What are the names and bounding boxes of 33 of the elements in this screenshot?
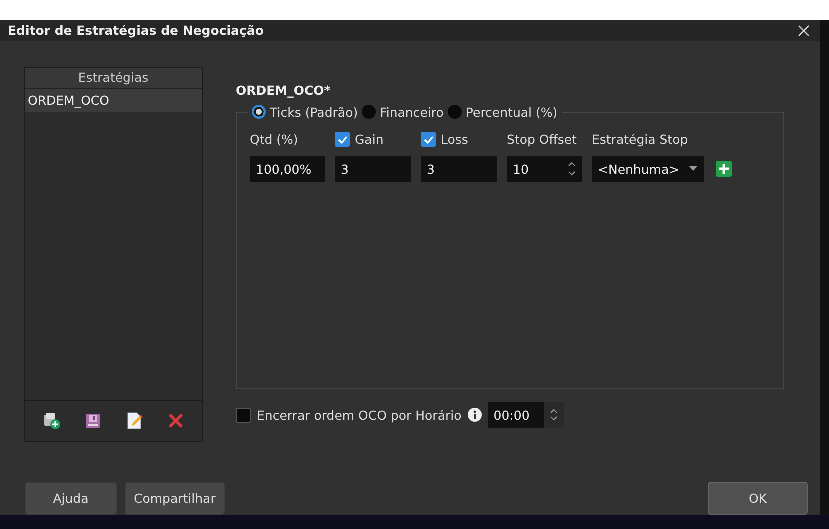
checkbox[interactable]: Gain [335, 131, 411, 148]
delete-icon[interactable] [168, 413, 184, 430]
checkmark-icon [422, 134, 434, 146]
info-icon [468, 408, 482, 422]
time-field[interactable]: 00:00 [488, 402, 564, 428]
column-header: Estratégias [25, 68, 202, 90]
dropdown[interactable]: <Nenhuma> [592, 156, 704, 182]
spinner-arrows-icon[interactable] [568, 160, 576, 178]
field-label: Stop Offset [507, 131, 578, 148]
radio-option[interactable]: Ticks (Padrão) [252, 104, 358, 120]
add-icon[interactable] [716, 161, 732, 178]
checkbox[interactable]: Encerrar ordem OCO por Horário [236, 408, 462, 423]
input-field[interactable]: 100,00% [250, 156, 325, 182]
checkmark-icon [336, 134, 348, 146]
spinner-field[interactable]: 10 [507, 156, 582, 182]
strategy-name: ORDEM_OCO* [236, 83, 332, 100]
dialog-button[interactable]: Compartilhar [125, 482, 225, 515]
window-title: Editor de Estratégias de Negociação [8, 23, 264, 38]
radio-option[interactable]: Financeiro [362, 104, 444, 120]
dialog-button[interactable]: Ajuda [25, 482, 117, 515]
strategy-item[interactable]: ORDEM_OCO [25, 89, 202, 112]
close-icon[interactable] [798, 24, 810, 37]
save-icon[interactable] [85, 413, 102, 430]
add-icon[interactable] [43, 412, 62, 430]
radio-option[interactable]: Percentual (%) [448, 104, 558, 120]
checkbox[interactable]: Loss [421, 131, 497, 148]
caret-icon [689, 166, 698, 172]
input-field[interactable]: 3 [421, 156, 497, 182]
input-field[interactable]: 3 [335, 156, 411, 182]
field-label: Estratégia Stop [592, 131, 690, 148]
ok-button[interactable]: OK [708, 482, 808, 515]
field-label: Qtd (%) [250, 131, 300, 148]
edit-icon[interactable] [126, 412, 144, 430]
